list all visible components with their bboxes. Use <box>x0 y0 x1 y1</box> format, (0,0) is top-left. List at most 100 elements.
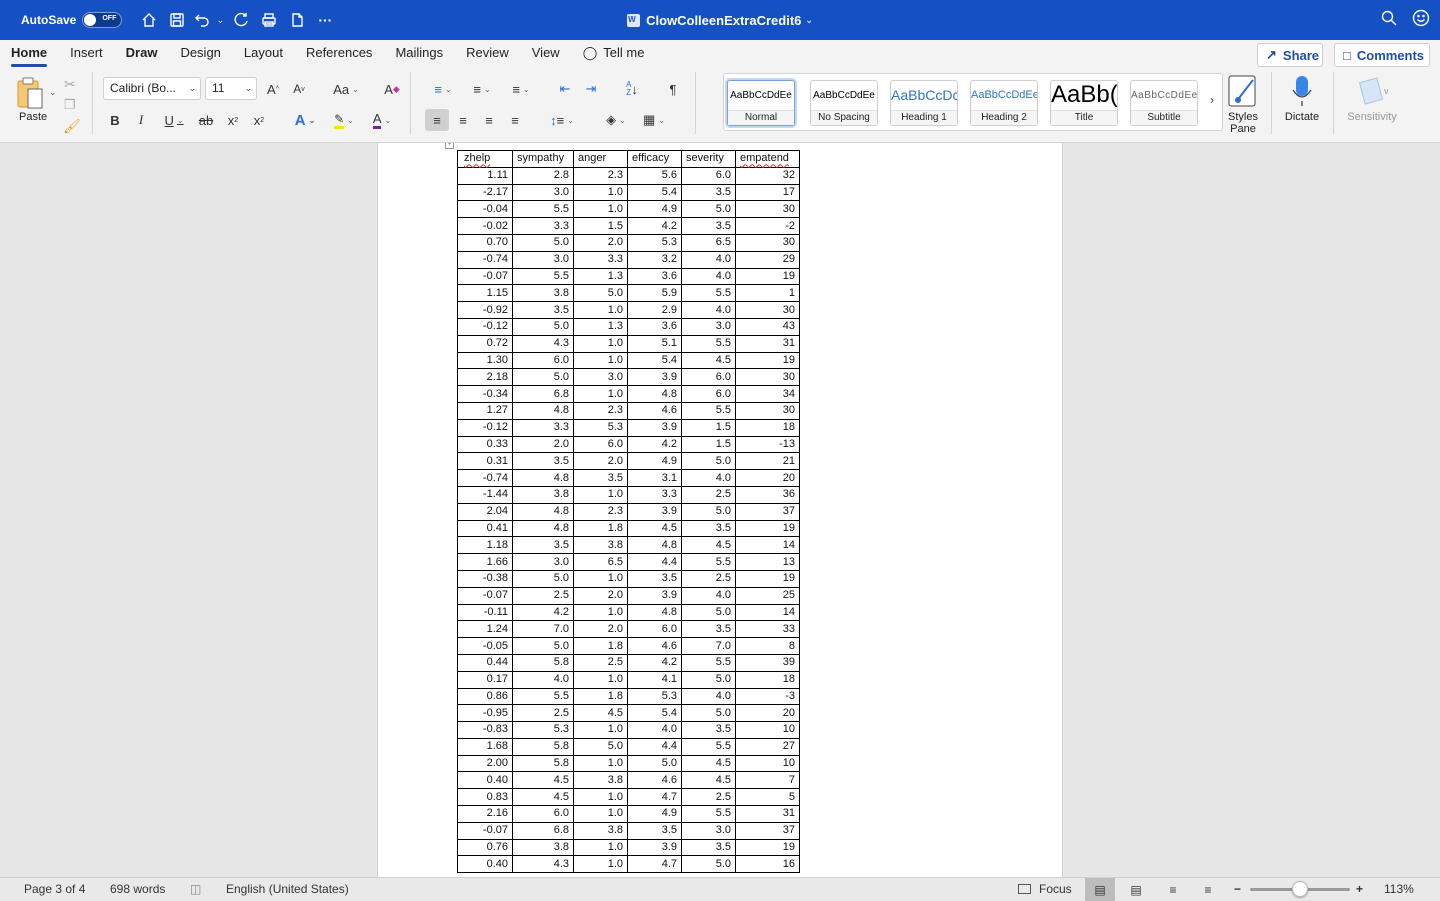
cell-empatend[interactable]: 37 <box>735 502 800 521</box>
new-document-icon[interactable] <box>284 7 310 33</box>
cell-sympathy[interactable]: 3.3 <box>512 418 574 437</box>
cell-efficacy[interactable]: 4.6 <box>627 771 682 790</box>
cell-zhelp[interactable]: 0.86 <box>457 687 513 706</box>
cell-anger[interactable]: 1.8 <box>573 519 628 538</box>
cell-sympathy[interactable]: 3.3 <box>512 217 574 235</box>
style-no-spacing[interactable]: AaBbCcDdEe No Spacing <box>810 80 878 126</box>
cell-severity[interactable]: 2.5 <box>681 485 736 504</box>
cell-empatend[interactable]: 32 <box>735 166 800 185</box>
cell-zhelp[interactable]: 1.66 <box>457 553 513 571</box>
cell-efficacy[interactable]: 2.9 <box>627 301 682 319</box>
cell-zhelp[interactable]: -0.74 <box>457 469 513 487</box>
cell-anger[interactable]: 2.0 <box>573 452 628 471</box>
cell-anger[interactable]: 1.0 <box>573 603 628 622</box>
cell-anger[interactable]: 6.0 <box>573 435 628 454</box>
gallery-more-chevron-icon[interactable]: › <box>1210 93 1214 107</box>
cell-efficacy[interactable]: 5.3 <box>627 233 682 252</box>
zoom-level[interactable]: 113% <box>1384 882 1414 896</box>
cell-efficacy[interactable]: 4.8 <box>627 603 682 622</box>
font-name-select[interactable]: Calibri (Bo... ⌄ <box>103 77 201 100</box>
cell-zhelp[interactable]: -1.44 <box>457 485 513 504</box>
undo-icon[interactable] <box>192 7 212 33</box>
cell-anger[interactable]: 5.0 <box>573 284 628 303</box>
cell-anger[interactable]: 1.0 <box>573 788 628 807</box>
show-formatting-marks-icon[interactable]: ¶ <box>664 78 682 100</box>
cell-efficacy[interactable]: 4.2 <box>627 435 682 454</box>
cell-severity[interactable]: 3.0 <box>681 821 736 840</box>
cell-empatend[interactable]: 7 <box>735 771 800 790</box>
cell-efficacy[interactable]: 5.3 <box>627 687 682 706</box>
style-subtitle[interactable]: AaBbCcDdEe Subtitle <box>1130 80 1198 126</box>
cell-empatend[interactable]: 30 <box>735 401 800 420</box>
cell-sympathy[interactable]: 3.8 <box>512 485 574 504</box>
cell-severity[interactable]: 5.0 <box>681 670 736 689</box>
cell-empatend[interactable]: -3 <box>735 687 800 706</box>
cell-zhelp[interactable]: -0.11 <box>457 603 513 622</box>
tab-view[interactable]: View <box>532 40 560 66</box>
cell-empatend[interactable]: 19 <box>735 351 800 370</box>
zoom-in-icon[interactable]: + <box>1356 882 1363 896</box>
search-icon[interactable] <box>1380 9 1398 32</box>
cell-severity[interactable]: 4.0 <box>681 687 736 706</box>
cell-severity[interactable]: 4.0 <box>681 586 736 605</box>
cell-zhelp[interactable]: -0.02 <box>457 217 513 235</box>
tab-layout[interactable]: Layout <box>244 40 283 66</box>
tab-design[interactable]: Design <box>180 40 220 66</box>
cell-empatend[interactable]: 13 <box>735 553 800 571</box>
cell-zhelp[interactable]: -0.34 <box>457 385 513 403</box>
cell-sympathy[interactable]: 2.5 <box>512 586 574 605</box>
cell-efficacy[interactable]: 5.6 <box>627 166 682 185</box>
feedback-smiley-icon[interactable] <box>1412 9 1430 32</box>
cell-zhelp[interactable]: -0.07 <box>457 267 513 286</box>
cell-severity[interactable]: 4.5 <box>681 536 736 555</box>
cell-empatend[interactable]: 21 <box>735 452 800 471</box>
comments-button[interactable]: □ Comments <box>1334 43 1430 67</box>
cell-zhelp[interactable]: 1.68 <box>457 737 513 756</box>
cell-anger[interactable]: 2.0 <box>573 233 628 252</box>
cell-zhelp[interactable]: -0.07 <box>457 821 513 840</box>
cell-sympathy[interactable]: 6.8 <box>512 821 574 840</box>
cell-zhelp[interactable]: -0.83 <box>457 721 513 739</box>
cell-efficacy[interactable]: 3.9 <box>627 418 682 437</box>
copy-icon[interactable]: ❐ <box>64 97 76 113</box>
cell-sympathy[interactable]: 5.8 <box>512 653 574 672</box>
cell-empatend[interactable]: 18 <box>735 418 800 437</box>
focus-button[interactable]: Focus <box>1018 882 1072 896</box>
paste-dropdown-icon[interactable]: ⌄ <box>49 87 57 98</box>
cell-anger[interactable]: 2.3 <box>573 401 628 420</box>
cell-sympathy[interactable]: 2.5 <box>512 704 574 723</box>
cell-empatend[interactable]: 29 <box>735 250 800 269</box>
styles-pane-button[interactable]: Styles Pane <box>1226 74 1260 135</box>
cell-anger[interactable]: 1.0 <box>573 183 628 202</box>
zoom-slider[interactable] <box>1250 881 1350 897</box>
cell-severity[interactable]: 6.5 <box>681 233 736 252</box>
cell-sympathy[interactable]: 5.0 <box>512 637 574 655</box>
cell-sympathy[interactable]: 4.3 <box>512 334 574 353</box>
cell-empatend[interactable]: 16 <box>735 855 800 874</box>
cell-empatend[interactable]: 30 <box>735 233 800 252</box>
cell-sympathy[interactable]: 4.3 <box>512 855 574 874</box>
cell-anger[interactable]: 2.3 <box>573 166 628 185</box>
cell-sympathy[interactable]: 5.8 <box>512 754 574 773</box>
cell-sympathy[interactable]: 3.5 <box>512 536 574 555</box>
cell-zhelp[interactable]: 0.41 <box>457 519 513 538</box>
style-normal[interactable]: AaBbCcDdEe Normal <box>727 80 795 126</box>
page-count[interactable]: Page 3 of 4 <box>24 882 85 896</box>
cell-empatend[interactable]: 20 <box>735 704 800 723</box>
save-icon[interactable] <box>164 7 190 33</box>
cell-sympathy[interactable]: 5.5 <box>512 267 574 286</box>
cell-zhelp[interactable]: -0.38 <box>457 569 513 588</box>
cell-empatend[interactable]: 31 <box>735 334 800 353</box>
cell-severity[interactable]: 4.5 <box>681 771 736 790</box>
bold-icon[interactable]: B <box>108 109 122 131</box>
cell-zhelp[interactable]: 0.40 <box>457 771 513 790</box>
zoom-slider-knob[interactable] <box>1292 881 1308 897</box>
cell-severity[interactable]: 4.0 <box>681 267 736 286</box>
cell-severity[interactable]: 5.5 <box>681 653 736 672</box>
cell-sympathy[interactable]: 3.0 <box>512 250 574 269</box>
sensitivity-button[interactable]: v Sensitivity <box>1344 74 1400 123</box>
cell-anger[interactable]: 2.5 <box>573 653 628 672</box>
cell-empatend[interactable]: 5 <box>735 788 800 807</box>
cell-empatend[interactable]: 39 <box>735 653 800 672</box>
cell-efficacy[interactable]: 4.5 <box>627 519 682 538</box>
